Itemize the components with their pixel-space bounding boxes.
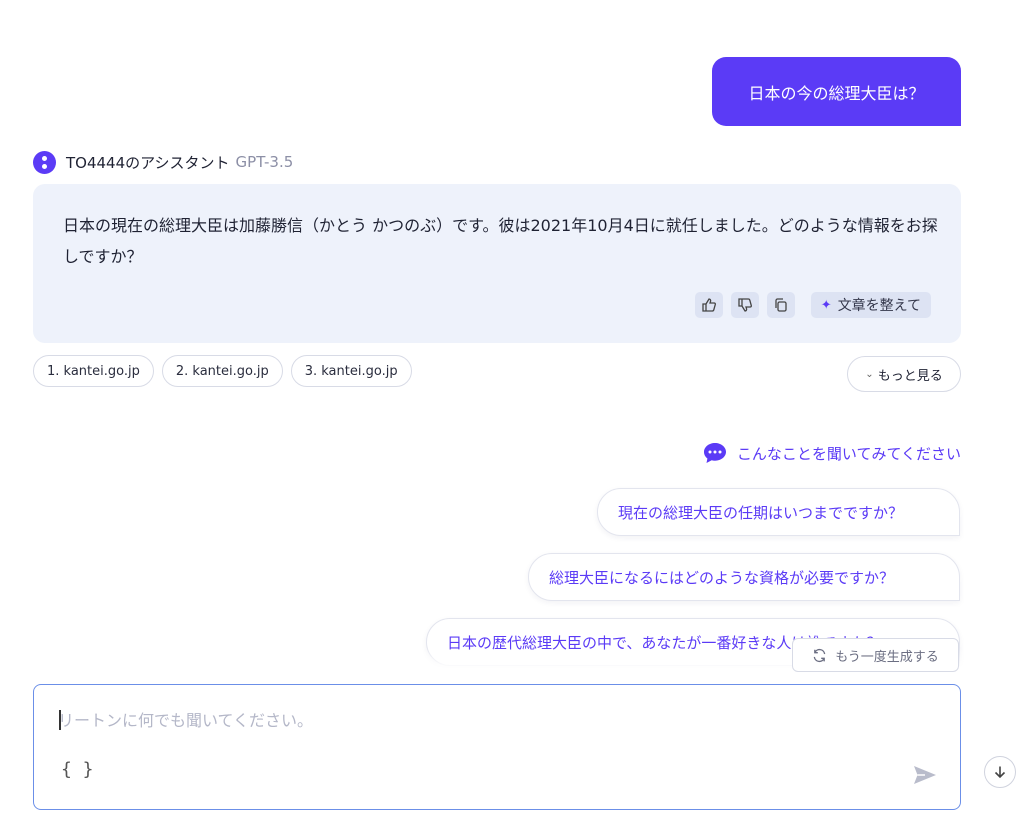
- assistant-answer-text: 日本の現在の総理大臣は加藤勝信（かとう かつのぶ）です。彼は2021年10月4日…: [63, 216, 938, 266]
- suggestions-heading: こんなことを聞いてみてください: [736, 444, 961, 463]
- source-list: 1. kantei.go.jp 2. kantei.go.jp 3. kante…: [33, 355, 412, 387]
- code-braces-button[interactable]: { }: [61, 759, 94, 780]
- polish-text-button[interactable]: ✦ 文章を整えて: [810, 292, 931, 318]
- show-more-button[interactable]: ⌄ もっと見る: [847, 356, 961, 392]
- user-message-bubble: 日本の今の総理大臣は？: [712, 57, 961, 126]
- scroll-down-button[interactable]: [984, 756, 1016, 788]
- arrow-down-icon: [994, 766, 1006, 779]
- chat-bubble-icon: [703, 443, 726, 463]
- assistant-answer-card: 日本の現在の総理大臣は加藤勝信（かとう かつのぶ）です。彼は2021年10月4日…: [33, 184, 961, 343]
- send-icon[interactable]: [912, 763, 938, 787]
- regenerate-button[interactable]: もう一度生成する: [792, 638, 959, 672]
- source-chip[interactable]: 1. kantei.go.jp: [33, 355, 154, 387]
- user-message-text: 日本の今の総理大臣は？: [748, 83, 925, 103]
- thumbs-up-icon[interactable]: [694, 292, 723, 318]
- answer-actions: ✦ 文章を整えて: [694, 292, 931, 318]
- assistant-avatar: [33, 150, 56, 174]
- assistant-header: TO4444のアシスタント GPT-3.5: [33, 150, 293, 174]
- chat-input-box[interactable]: { }: [33, 684, 961, 810]
- suggestions-header: こんなことを聞いてみてください: [703, 442, 961, 464]
- source-chip[interactable]: 2. kantei.go.jp: [161, 355, 283, 387]
- copy-icon[interactable]: [766, 292, 795, 318]
- polish-text-label: 文章を整えて: [837, 298, 921, 314]
- thumbs-down-icon[interactable]: [730, 292, 759, 318]
- assistant-name: TO4444のアシスタント: [66, 153, 230, 172]
- model-name: GPT-3.5: [235, 153, 294, 171]
- chat-input[interactable]: [58, 705, 918, 735]
- chevron-down-icon: ⌄: [865, 368, 874, 380]
- sparkle-icon: ✦: [820, 297, 832, 313]
- show-more-label: もっと見る: [877, 368, 943, 384]
- source-chip[interactable]: 3. kantei.go.jp: [290, 355, 412, 387]
- refresh-icon: [813, 648, 826, 662]
- suggestion-item[interactable]: 現在の総理大臣の任期はいつまでですか？: [597, 488, 960, 536]
- regenerate-label: もう一度生成する: [835, 649, 939, 665]
- suggestion-item[interactable]: 総理大臣になるにはどのような資格が必要ですか？: [528, 553, 960, 601]
